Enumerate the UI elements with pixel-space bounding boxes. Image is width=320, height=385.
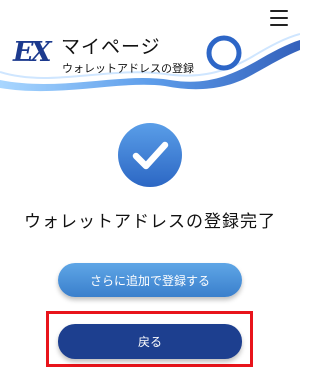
add-more-button[interactable]: さらに追加で登録する [58, 263, 242, 297]
back-button[interactable]: 戻る [58, 324, 242, 359]
hamburger-menu-icon[interactable] [270, 10, 288, 26]
menu-line [270, 10, 288, 12]
menu-line [270, 24, 288, 26]
page-subtitle: ウォレットアドレスの登録 [62, 62, 194, 75]
check-circle-icon [118, 123, 182, 187]
ex-logo: EX [13, 37, 52, 68]
page-title: マイページ [61, 36, 161, 58]
menu-line [270, 17, 288, 19]
completion-message: ウォレットアドレスの登録完了 [24, 212, 276, 232]
page-header: EX マイページ ウォレットアドレスの登録 [0, 0, 300, 100]
